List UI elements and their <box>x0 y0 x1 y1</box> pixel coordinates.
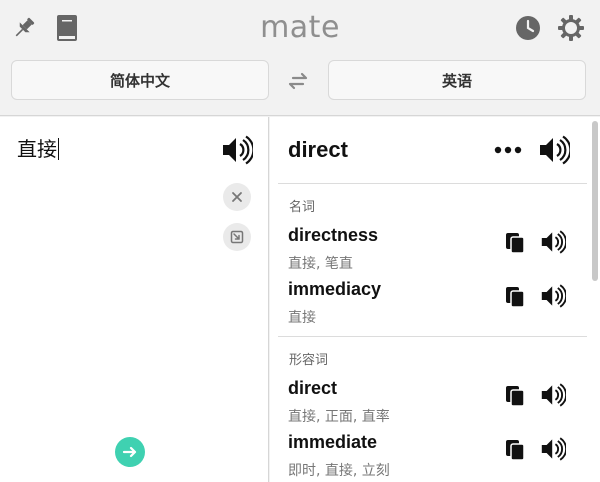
settings-button[interactable] <box>556 13 586 43</box>
paste-button[interactable] <box>223 223 251 251</box>
arrow-right-icon <box>122 446 137 458</box>
app-title: mate <box>260 10 340 45</box>
paste-icon <box>230 230 244 244</box>
source-text-input[interactable]: 直接 <box>17 133 59 162</box>
copy-icon <box>506 233 525 254</box>
copy-icon <box>506 440 525 461</box>
translate-button[interactable] <box>115 437 145 467</box>
copy-button[interactable] <box>504 285 526 309</box>
entry-translation: 直接 <box>288 310 316 326</box>
speak-entry-button[interactable] <box>540 437 566 461</box>
divider <box>278 183 587 184</box>
entry-word[interactable]: direct <box>288 378 337 399</box>
copy-icon <box>506 287 525 308</box>
scrollbar[interactable] <box>592 121 598 281</box>
source-language-button[interactable]: 简体中文 <box>11 60 269 100</box>
speak-source-button[interactable] <box>221 135 253 165</box>
entry-word[interactable]: immediacy <box>288 279 381 300</box>
more-options-button[interactable] <box>492 142 524 158</box>
speak-entry-button[interactable] <box>540 230 566 254</box>
result-headword: direct <box>288 137 348 162</box>
speak-result-button[interactable] <box>538 135 570 165</box>
history-icon <box>516 16 540 40</box>
source-text: 直接 <box>17 137 57 161</box>
target-language-label: 英语 <box>441 71 472 90</box>
swap-languages-button[interactable] <box>285 68 311 94</box>
speaker-icon <box>223 135 253 165</box>
speak-entry-button[interactable] <box>540 284 566 308</box>
toolbar: mate 简体中文 英语 <box>0 0 600 116</box>
history-button[interactable] <box>514 14 542 42</box>
pos-label-adjective: 形容词 <box>289 353 329 368</box>
result-pane: direct 名词 directness 直接, 笔直 immediacy 直接… <box>270 117 600 482</box>
copy-button[interactable] <box>504 231 526 255</box>
pos-label-noun: 名词 <box>289 200 316 215</box>
entry-translation: 即时, 直接, 立刻 <box>288 463 390 479</box>
divider <box>278 336 587 337</box>
copy-button[interactable] <box>504 438 526 462</box>
more-icon <box>494 146 522 154</box>
clear-icon <box>232 192 242 202</box>
target-language-button[interactable]: 英语 <box>328 60 586 100</box>
settings-icon <box>558 15 584 41</box>
speaker-icon <box>541 230 566 254</box>
swap-icon <box>288 72 308 90</box>
input-pane[interactable]: 直接 <box>0 117 269 482</box>
copy-icon <box>506 386 525 407</box>
text-caret <box>58 138 59 160</box>
speaker-icon <box>541 383 566 407</box>
entry-word[interactable]: directness <box>288 225 378 246</box>
entry-translation: 直接, 正面, 直率 <box>288 409 390 425</box>
entry-word[interactable]: immediate <box>288 432 377 453</box>
entry-translation: 直接, 笔直 <box>288 256 353 272</box>
speak-entry-button[interactable] <box>540 383 566 407</box>
speaker-icon <box>540 135 570 165</box>
speaker-icon <box>541 284 566 308</box>
copy-button[interactable] <box>504 384 526 408</box>
speaker-icon <box>541 437 566 461</box>
clear-button[interactable] <box>223 183 251 211</box>
source-language-label: 简体中文 <box>109 71 170 90</box>
